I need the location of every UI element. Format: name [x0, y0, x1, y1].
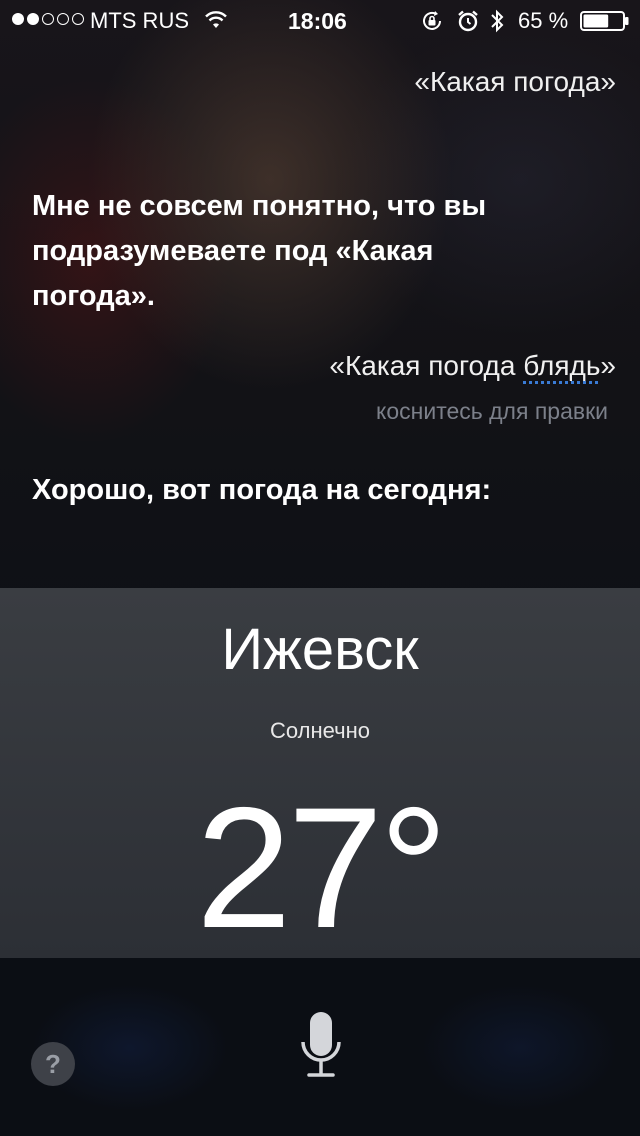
wifi-icon: [204, 10, 228, 36]
signal-dot: [12, 13, 24, 25]
signal-strength: [12, 13, 84, 25]
weather-condition: Солнечно: [270, 718, 370, 743]
user-query-2-suffix: »: [600, 350, 616, 381]
signal-dot: [72, 13, 84, 25]
siri-reply-2: Хорошо, вот погода на сегодня:: [32, 474, 492, 506]
siri-bottom-bar: ?: [0, 958, 640, 1136]
siri-screen: MTS RUS 18:06 65 % «Какая погода» Мне не…: [0, 0, 640, 1136]
user-query-2[interactable]: «Какая погода блядь»: [329, 350, 616, 382]
user-query-1[interactable]: «Какая погода»: [414, 66, 616, 98]
bluetooth-icon: [489, 8, 505, 40]
siri-reply-1: Мне не совсем понятно, что вы подразумев…: [32, 190, 487, 312]
alarm-icon: [456, 9, 480, 39]
help-button[interactable]: ?: [31, 1042, 75, 1086]
carrier-name: MTS RUS: [90, 8, 189, 33]
question-icon: ?: [45, 1049, 61, 1079]
weather-city: Ижевск: [221, 617, 419, 682]
rotation-lock-icon: [420, 9, 444, 39]
user-query-2-prefix: «Какая погода: [329, 350, 524, 381]
weather-temperature: 27°: [195, 772, 448, 964]
battery-icon: [580, 11, 630, 37]
status-bar: MTS RUS 18:06 65 %: [0, 0, 640, 40]
flagged-word[interactable]: блядь: [523, 350, 600, 381]
weather-card[interactable]: Ижевск Солнечно 27°: [0, 588, 640, 964]
microphone-icon: [301, 1012, 341, 1077]
signal-dot: [42, 13, 54, 25]
battery-percentage: 65 %: [518, 8, 569, 33]
clock-time: 18:06: [288, 8, 347, 34]
signal-dot: [27, 13, 39, 25]
tap-to-edit-hint[interactable]: коснитесь для правки: [376, 398, 608, 425]
microphone-button[interactable]: [296, 1008, 346, 1088]
signal-dot: [57, 13, 69, 25]
